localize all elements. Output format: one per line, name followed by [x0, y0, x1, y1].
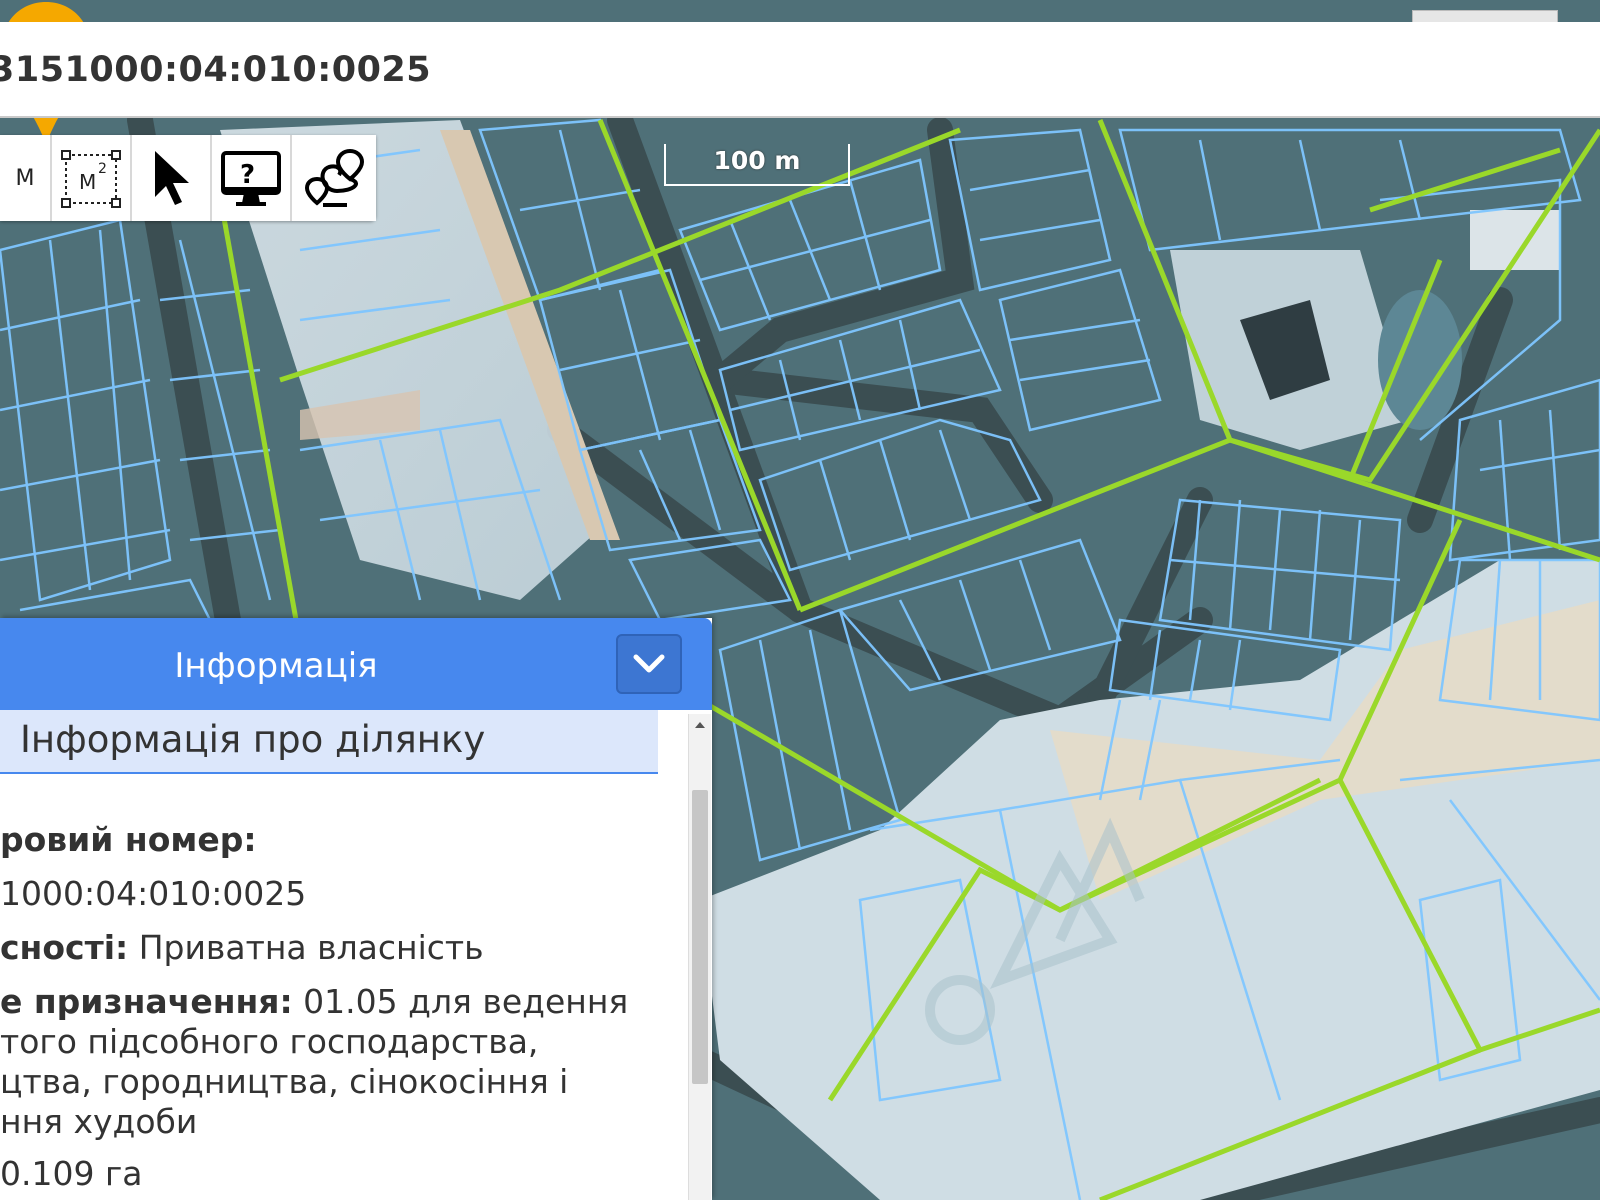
route-button[interactable]	[292, 135, 376, 221]
monitor-help-icon: ?	[221, 151, 281, 206]
cadastral-label: ровий номер:	[0, 820, 257, 859]
measure-distance-icon: M	[15, 165, 35, 191]
purpose-value-line-4: ння худоби	[0, 1102, 198, 1141]
measure-area-button[interactable]: M 2	[52, 135, 132, 221]
scale-line	[664, 184, 850, 186]
cadastral-value: 1000:04:010:0025	[0, 874, 307, 913]
scroll-up-icon[interactable]	[689, 714, 711, 736]
info-panel-header: Інформація	[0, 618, 712, 710]
chevron-down-icon	[633, 654, 665, 673]
tab-parcel-info-label: Інформація про ділянку	[20, 718, 486, 761]
tab-parcel-info[interactable]: Інформація про ділянку	[0, 710, 658, 774]
ownership-value: Приватна власність	[128, 928, 484, 967]
cadastral-number-title: 3151000:04:010:0025	[0, 50, 432, 90]
ownership-label: сності:	[0, 928, 129, 967]
svg-text:M: M	[79, 170, 96, 194]
purpose-value-line-2: того підсобного господарства,	[0, 1022, 539, 1061]
purpose-value-line-1: 01.05 для ведення	[292, 982, 629, 1021]
scale-bar: 100 m	[664, 144, 850, 186]
collapse-panel-button[interactable]	[616, 634, 682, 694]
scroll-thumb[interactable]	[692, 790, 708, 1084]
parcel-info-body: ровий номер: 1000:04:010:0025 сності: Пр…	[0, 778, 680, 1200]
area-value: 0.109 га	[0, 1154, 143, 1193]
svg-text:2: 2	[98, 161, 107, 177]
map-toolbar: M M 2 ?	[0, 135, 376, 221]
info-panel: Інформація Інформація про ділянку ровий …	[0, 618, 712, 1200]
svg-text:?: ?	[240, 160, 255, 190]
scale-tick-left	[664, 144, 666, 186]
route-icon	[304, 148, 365, 207]
scale-tick-right	[848, 144, 850, 186]
search-bar[interactable]: 3151000:04:010:0025	[0, 22, 1600, 118]
select-cursor-button[interactable]	[132, 135, 212, 221]
purpose-label: е призначення:	[0, 982, 293, 1021]
info-panel-title: Інформація	[174, 646, 378, 686]
info-scrollbar[interactable]	[688, 714, 711, 1200]
scale-label: 100 m	[713, 146, 801, 175]
ownership-row: сності: Приватна власність	[0, 928, 484, 967]
cursor-icon	[155, 151, 189, 205]
monitor-help-button[interactable]: ?	[212, 135, 292, 221]
purpose-row: е призначення: 01.05 для ведення	[0, 982, 628, 1021]
measure-area-icon: M 2	[61, 150, 121, 208]
purpose-value-line-3: цтва, городництва, сінокосіння і	[0, 1062, 569, 1101]
measure-distance-button[interactable]: M	[0, 135, 52, 221]
